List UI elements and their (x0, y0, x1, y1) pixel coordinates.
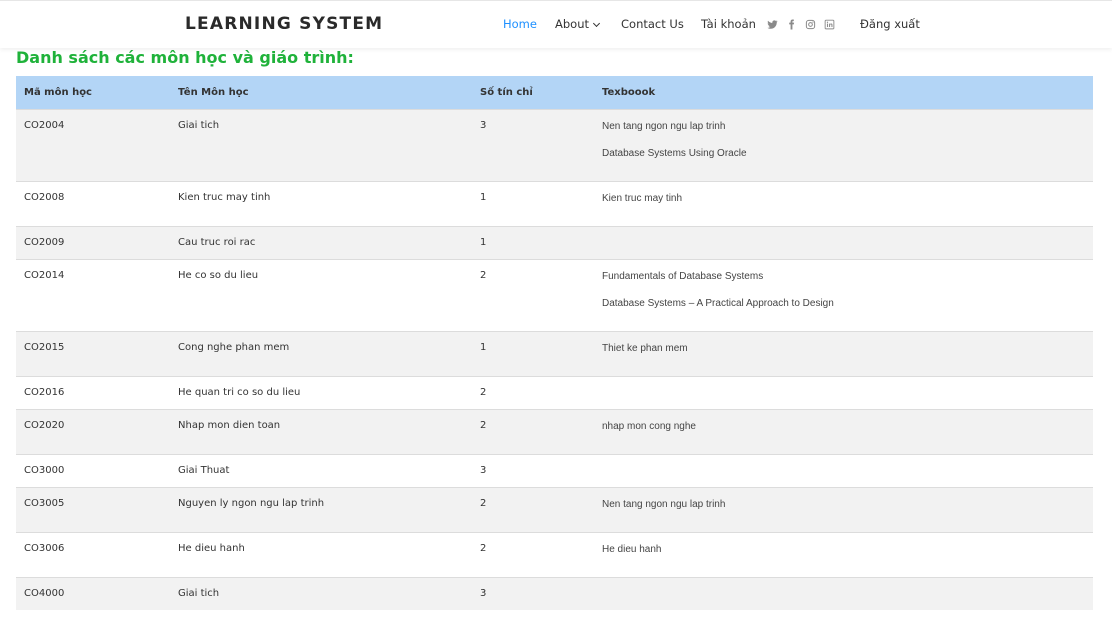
course-credits: 2 (472, 408, 594, 454)
course-textbooks (594, 375, 1093, 409)
course-credits: 3 (472, 576, 594, 610)
nav-about[interactable]: About (555, 17, 601, 31)
textbook-title: Fundamentals of Database Systems (602, 270, 764, 282)
course-name: He quan tri co so du lieu (170, 375, 472, 409)
chevron-down-icon (592, 19, 601, 28)
course-credits: 2 (472, 486, 594, 532)
course-textbooks: Fundamentals of Database Systems Databas… (594, 258, 1093, 331)
table-row: CO2014 He co so du lieu 2 Fundamentals o… (16, 258, 1093, 331)
course-credits: 2 (472, 375, 594, 409)
twitter-icon[interactable] (767, 19, 778, 30)
brand-logo[interactable]: LEARNING SYSTEM (185, 14, 383, 34)
course-credits: 3 (472, 108, 594, 181)
textbook-title: Database Systems – A Practical Approach … (602, 297, 834, 309)
nav-contact[interactable]: Contact Us (621, 17, 684, 31)
course-name: Nguyen ly ngon ngu lap trinh (170, 486, 472, 532)
course-code: CO2004 (16, 108, 170, 181)
column-header-code: Mã môn học (16, 76, 170, 109)
table-row: CO2009 Cau truc roi rac 1 (16, 225, 1093, 259)
table-row: CO2020 Nhap mon dien toan 2 nhap mon con… (16, 408, 1093, 454)
textbook-title: Thiet ke phan mem (602, 342, 688, 354)
course-code: CO2015 (16, 330, 170, 376)
course-textbooks (594, 453, 1093, 487)
course-code: CO2016 (16, 375, 170, 409)
course-credits: 3 (472, 453, 594, 487)
courses-table: Mã môn học Tên Môn học Số tín chỉ Texboo… (16, 76, 1093, 610)
nav-account[interactable]: Tài khoản (701, 17, 756, 31)
course-code: CO2014 (16, 258, 170, 331)
course-code: CO3005 (16, 486, 170, 532)
top-navbar: LEARNING SYSTEM Home About Contact Us Tà… (0, 0, 1112, 48)
course-credits: 1 (472, 180, 594, 226)
course-name: Kien truc may tinh (170, 180, 472, 226)
nav-about-label: About (555, 17, 590, 31)
course-textbooks: Kien truc may tinh (594, 180, 1093, 226)
course-textbooks (594, 576, 1093, 610)
course-textbooks: nhap mon cong nghe (594, 408, 1093, 454)
course-code: CO3000 (16, 453, 170, 487)
column-header-textbook: Texboook (594, 76, 1093, 109)
nav-home[interactable]: Home (503, 17, 537, 31)
table-row: CO3006 He dieu hanh 2 He dieu hanh (16, 531, 1093, 577)
course-textbooks: Thiet ke phan mem (594, 330, 1093, 376)
course-name: Giai Thuat (170, 453, 472, 487)
table-header-row: Mã môn học Tên Môn học Số tín chỉ Texboo… (16, 76, 1093, 109)
course-code: CO2008 (16, 180, 170, 226)
table-row: CO3000 Giai Thuat 3 (16, 453, 1093, 487)
course-code: CO4000 (16, 576, 170, 610)
course-code: CO2020 (16, 408, 170, 454)
instagram-icon[interactable] (805, 19, 816, 30)
textbook-title: He dieu hanh (602, 543, 662, 555)
course-name: Cong nghe phan mem (170, 330, 472, 376)
table-row: CO4000 Giai tich 3 (16, 576, 1093, 610)
page-title: Danh sách các môn học và giáo trình: (16, 48, 354, 67)
course-name: Nhap mon dien toan (170, 408, 472, 454)
linkedin-icon[interactable] (824, 19, 835, 30)
table-row: CO2004 Giai tich 3 Nen tang ngon ngu lap… (16, 108, 1093, 181)
column-header-name: Tên Môn học (170, 76, 472, 109)
textbook-title: Nen tang ngon ngu lap trinh (602, 498, 726, 510)
course-name: He dieu hanh (170, 531, 472, 577)
course-name: Giai tich (170, 576, 472, 610)
logout-link[interactable]: Đăng xuất (860, 17, 920, 31)
course-textbooks: Nen tang ngon ngu lap trinh (594, 486, 1093, 532)
course-textbooks: Nen tang ngon ngu lap trinh Database Sys… (594, 108, 1093, 181)
course-name: He co so du lieu (170, 258, 472, 331)
textbook-title: nhap mon cong nghe (602, 420, 696, 432)
textbook-title: Kien truc may tinh (602, 192, 683, 204)
table-row: CO3005 Nguyen ly ngon ngu lap trinh 2 Ne… (16, 486, 1093, 532)
course-name: Giai tich (170, 108, 472, 181)
column-header-credits: Số tín chỉ (472, 76, 594, 109)
course-code: CO2009 (16, 225, 170, 259)
course-credits: 1 (472, 225, 594, 259)
course-code: CO3006 (16, 531, 170, 577)
course-textbooks: He dieu hanh (594, 531, 1093, 577)
course-credits: 2 (472, 258, 594, 331)
textbook-title: Database Systems Using Oracle (602, 147, 747, 159)
table-row: CO2016 He quan tri co so du lieu 2 (16, 375, 1093, 409)
course-textbooks (594, 225, 1093, 259)
table-row: CO2015 Cong nghe phan mem 1 Thiet ke pha… (16, 330, 1093, 376)
textbook-title: Nen tang ngon ngu lap trinh (602, 120, 726, 132)
course-name: Cau truc roi rac (170, 225, 472, 259)
facebook-icon[interactable] (786, 19, 797, 30)
table-row: CO2008 Kien truc may tinh 1 Kien truc ma… (16, 180, 1093, 226)
course-credits: 2 (472, 531, 594, 577)
course-credits: 1 (472, 330, 594, 376)
